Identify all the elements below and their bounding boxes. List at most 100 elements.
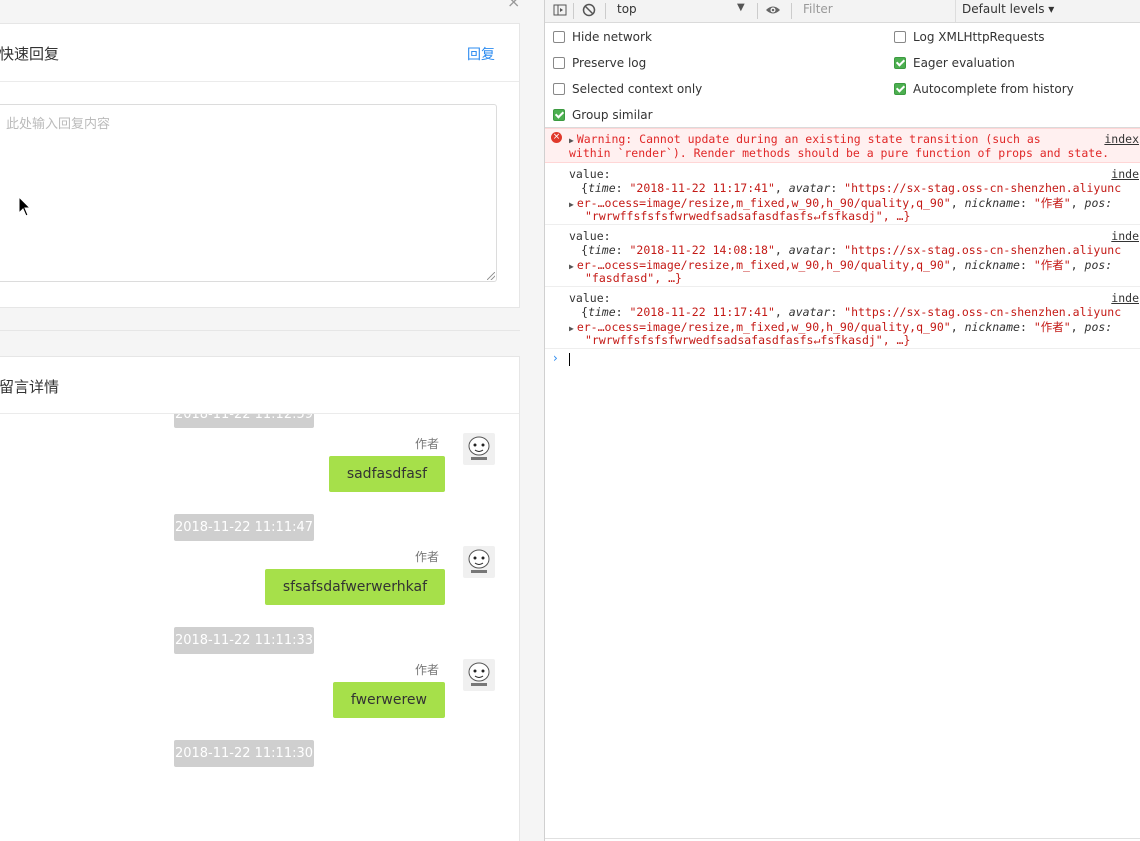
log-source-link[interactable]: inde [1111,167,1139,181]
context-select[interactable]: top [617,2,747,16]
expand-triangle-icon[interactable]: ▶ [569,200,574,209]
checkbox[interactable] [553,57,565,69]
console-error-message[interactable]: × ▶ Warning: Cannot update during an exis… [545,128,1140,163]
checkbox-checked[interactable] [553,109,565,121]
console-log-entry[interactable]: value: inde {time: "2018-11-22 14:08:18"… [545,225,1140,287]
option-label: Autocomplete from history [913,82,1074,96]
section-divider [0,330,520,331]
log-avatar-value: "https://sx-stag.oss-cn-shenzhen.aliyunc [844,181,1122,195]
expand-triangle-icon[interactable]: ▶ [569,324,574,333]
app-panel: × 快速回复 回复 此处输入回复内容 留言详情 2018-11-22 11:12… [0,0,544,841]
log-pos-key: pos: [1084,320,1113,334]
log-pos-key: pos: [1084,196,1113,210]
message-list[interactable]: 2018-11-22 11:12:59 作者 sadfasdfasf 2018-… [0,414,519,817]
log-xhr-option[interactable]: Log XMLHttpRequests [894,29,1045,45]
checkbox[interactable] [553,83,565,95]
quick-reply-header: 快速回复 回复 [0,24,519,82]
avatar [463,433,495,465]
clear-console-icon[interactable] [582,3,596,17]
list-item: 2018-11-22 11:11:30 [0,696,519,809]
log-source-link[interactable]: inde [1111,229,1139,243]
log-avatar-cont: er-…ocess=image/resize,m_fixed,w_90,h_90… [576,320,951,334]
avatar [463,546,495,578]
close-icon[interactable]: × [507,0,520,11]
resize-handle-icon[interactable] [487,272,495,280]
checkbox-checked[interactable] [894,57,906,69]
message-detail-title: 留言详情 [0,378,60,396]
message-nickname: 作者 [414,437,439,451]
option-label: Log XMLHttpRequests [913,30,1045,44]
error-text-line2: within `render`). Render methods should … [569,146,1110,160]
expand-triangle-icon[interactable]: ▶ [569,262,574,271]
preserve-log-option[interactable]: Preserve log [553,55,646,71]
log-label: value: [569,229,611,243]
message-detail-header: 留言详情 [0,357,519,414]
hide-network-option[interactable]: Hide network [553,29,652,45]
toolbar-separator [573,3,574,19]
toolbar-separator [791,3,792,19]
log-avatar-cont: er-…ocess=image/resize,m_fixed,w_90,h_90… [576,196,951,210]
quick-reply-card: 快速回复 回复 此处输入回复内容 [0,23,520,308]
selected-context-option[interactable]: Selected context only [553,81,702,97]
console-log-entry[interactable]: value: inde {time: "2018-11-22 11:17:41"… [545,287,1140,349]
console-toolbar: top ▼ Filter Default levels ▾ [545,0,1140,23]
log-time-value: "2018-11-22 14:08:18" [629,243,775,257]
error-text-line1: Warning: Cannot update during an existin… [576,132,1041,146]
log-time-value: "2018-11-22 11:17:41" [629,305,775,319]
toolbar-separator [757,3,758,19]
log-label: value: [569,291,611,305]
eye-icon[interactable] [765,3,781,17]
option-label: Group similar [572,108,653,122]
autocomplete-option[interactable]: Autocomplete from history [894,81,1074,97]
error-icon: × [551,132,562,143]
console-settings: Hide network Preserve log Selected conte… [545,23,1140,128]
avatar [463,659,495,691]
quick-reply-title: 快速回复 [0,45,60,63]
log-levels-dropdown[interactable]: Default levels ▾ [955,0,1054,22]
error-source-link[interactable]: index [1104,132,1139,146]
prompt-chevron-icon: › [553,351,558,365]
checkbox[interactable] [894,31,906,43]
message-nickname: 作者 [414,663,439,677]
reply-textarea[interactable]: 此处输入回复内容 [0,104,497,282]
log-avatar-value: "https://sx-stag.oss-cn-shenzhen.aliyunc [844,243,1122,257]
reply-placeholder: 此处输入回复内容 [6,117,111,132]
toolbar-separator [605,3,606,19]
list-item: 2018-11-22 11:11:47 作者 sfsafsdafwerwerhk… [0,470,519,605]
devtools-console: top ▼ Filter Default levels ▾ Hide netwo… [544,0,1140,841]
log-tail-value: "rwrwffsfsfsfwrwedfsadsafasdfasfs↵fsfkas… [585,333,911,347]
log-nickname-value: "作者" [1033,196,1071,210]
log-time-value: "2018-11-22 11:17:41" [629,181,775,195]
message-timestamp: 2018-11-22 11:12:59 [174,414,314,428]
log-source-link[interactable]: inde [1111,291,1139,305]
log-avatar-cont: er-…ocess=image/resize,m_fixed,w_90,h_90… [576,258,951,272]
log-nickname-value: "作者" [1033,320,1071,334]
message-timestamp: 2018-11-22 11:11:30 [174,740,314,767]
message-timestamp: 2018-11-22 11:11:33 [174,627,314,654]
log-avatar-value: "https://sx-stag.oss-cn-shenzhen.aliyunc [844,305,1122,319]
option-label: Eager evaluation [913,56,1015,70]
option-label: Hide network [572,30,652,44]
eager-evaluation-option[interactable]: Eager evaluation [894,55,1015,71]
group-similar-option[interactable]: Group similar [553,107,653,123]
message-detail-card: 留言详情 2018-11-22 11:12:59 作者 sadfasdfasf … [0,356,520,841]
reply-button[interactable]: 回复 [467,44,495,64]
mouse-cursor-icon [18,196,32,217]
chevron-down-icon: ▼ [737,2,745,13]
checkbox-checked[interactable] [894,83,906,95]
filter-input[interactable]: Filter [803,2,953,16]
drawer-divider [545,838,1140,839]
log-label: value: [569,167,611,181]
list-item: 2018-11-22 11:12:59 作者 sadfasdfasf [0,414,519,492]
checkbox[interactable] [553,31,565,43]
log-nickname-value: "作者" [1033,258,1071,272]
expand-triangle-icon[interactable]: ▶ [569,136,574,145]
log-tail-value: "fasdfasd", …} [585,271,682,285]
text-caret [569,353,570,366]
console-log-entry[interactable]: value: inde {time: "2018-11-22 11:17:41"… [545,163,1140,225]
console-prompt[interactable]: › [545,349,1140,369]
log-tail-value: "rwrwffsfsfsfwrwedfsadsafasdfasfs↵fsfkas… [585,209,911,223]
sidebar-toggle-icon[interactable] [553,3,567,17]
option-label: Preserve log [572,56,647,70]
message-nickname: 作者 [414,550,439,564]
